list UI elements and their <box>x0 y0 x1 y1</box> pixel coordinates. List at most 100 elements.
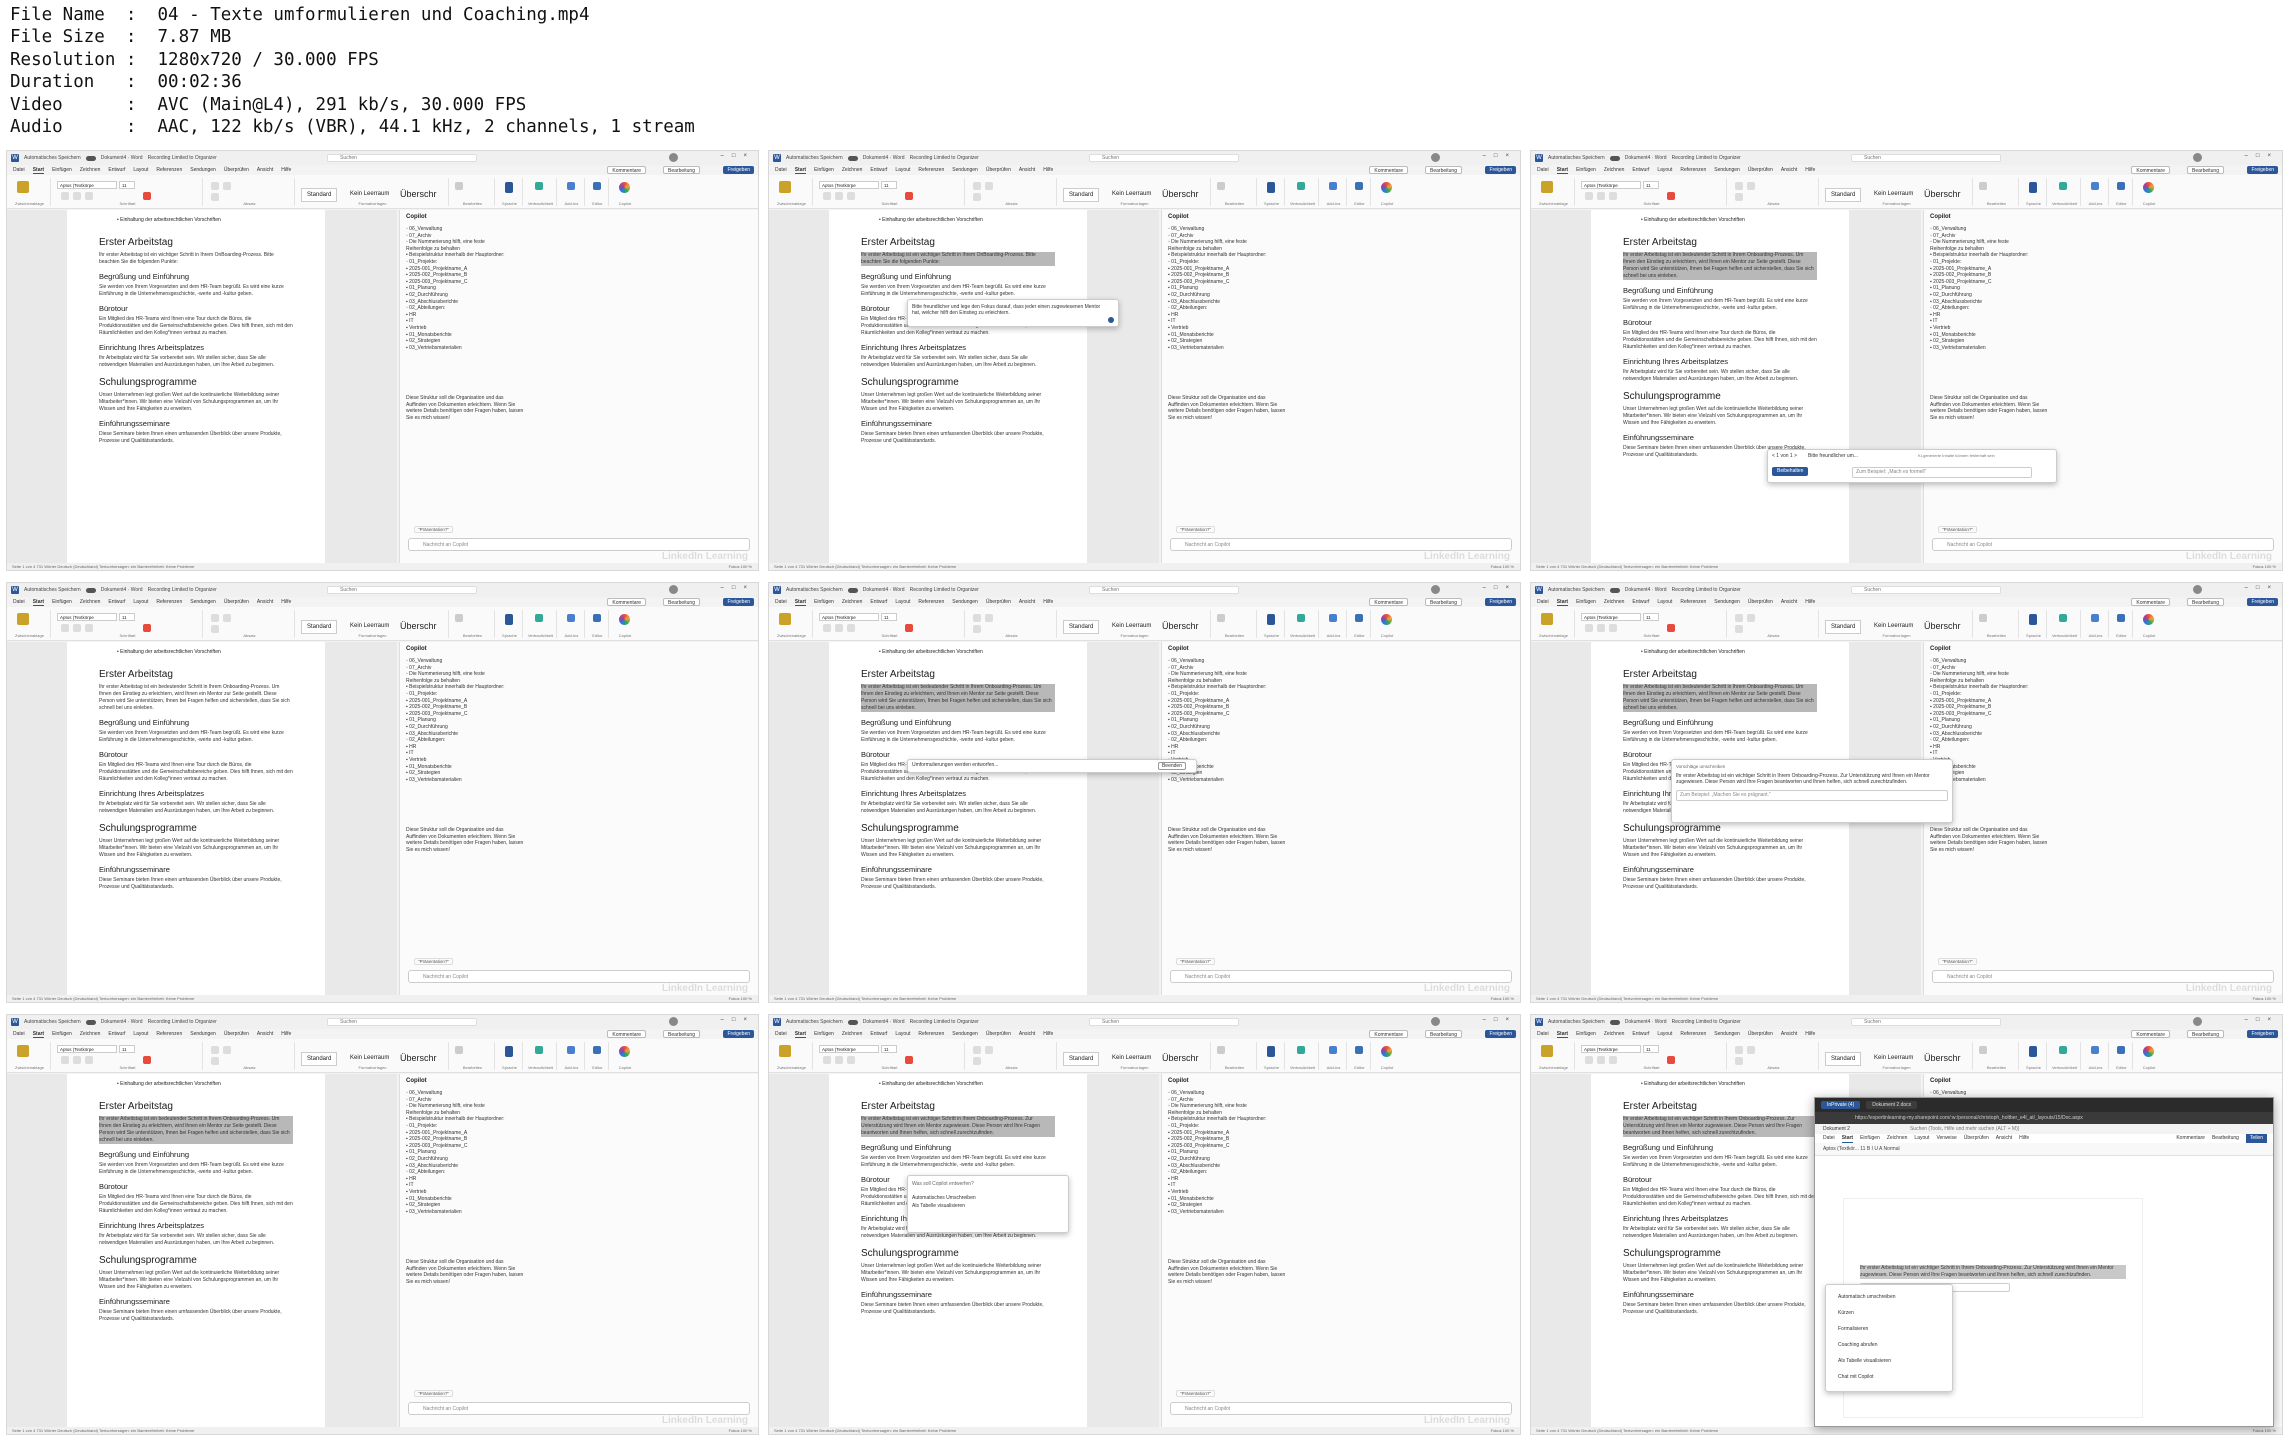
numbering-icon[interactable] <box>1747 1046 1755 1054</box>
style-standard[interactable]: Standard <box>1063 620 1100 634</box>
microphone-icon[interactable] <box>2029 614 2037 625</box>
copilot-input[interactable]: Nachricht an Copilot <box>408 970 750 983</box>
tab-ansicht[interactable]: Ansicht <box>257 1031 273 1037</box>
tab-datei[interactable]: Datei <box>13 1031 25 1037</box>
editing-button[interactable]: Bearbeitung <box>663 166 700 174</box>
align-left-icon[interactable] <box>973 1057 981 1065</box>
search-box[interactable]: Suchen <box>1851 586 2001 594</box>
tab-datei[interactable]: Datei <box>1537 167 1549 173</box>
microphone-icon[interactable] <box>2029 182 2037 193</box>
style-standard[interactable]: Standard <box>301 188 338 202</box>
para-schulungsprogramme[interactable]: Unser Unternehmen legt großen Wert auf d… <box>1623 838 1817 859</box>
tab-ansicht[interactable]: Ansicht <box>1781 1031 1797 1037</box>
tab-zeichnen[interactable]: Zeichnen <box>842 167 863 173</box>
share-button[interactable]: Freigeben <box>2247 1030 2278 1038</box>
web-menu-item-5[interactable]: Chat mit Copilot <box>1830 1369 1948 1385</box>
font-color-icon[interactable] <box>905 192 913 200</box>
paste-icon[interactable] <box>779 613 791 625</box>
tab-datei[interactable]: Datei <box>13 167 25 173</box>
para-erster-arbeitstag[interactable]: Ihr erster Arbeitstag ist ein bedeutende… <box>99 1116 293 1144</box>
tab-start[interactable]: Start <box>1556 167 1569 174</box>
style-no-spacing[interactable]: Kein Leerraum <box>345 620 394 634</box>
document-page[interactable]: • Einhaltung der arbeitsrechtlichen Vors… <box>829 1074 1087 1427</box>
italic-icon[interactable] <box>1597 192 1605 200</box>
tab-datei[interactable]: Datei <box>13 599 25 605</box>
editing-button[interactable]: Bearbeitung <box>2187 166 2224 174</box>
tab-datei[interactable]: Datei <box>775 1031 787 1037</box>
search-box[interactable]: Suchen <box>1089 1018 1239 1026</box>
result-nav[interactable]: < 1 von 1 > <box>1772 453 1797 459</box>
style-heading[interactable]: Überschr <box>1157 620 1204 634</box>
tab-sendungen[interactable]: Sendungen <box>190 599 216 605</box>
bullets-icon[interactable] <box>973 614 981 622</box>
addins-icon[interactable] <box>567 182 575 190</box>
para-einfuehrungsseminare[interactable]: Diese Seminare bieten Ihnen einen umfass… <box>99 431 293 445</box>
addins-icon[interactable] <box>1329 1046 1337 1054</box>
para-erster-arbeitstag[interactable]: Ihr erster Arbeitstag ist ein wichtiger … <box>99 252 293 266</box>
para-einfuehrungsseminare[interactable]: Diese Seminare bieten Ihnen einen umfass… <box>99 1309 293 1323</box>
numbering-icon[interactable] <box>1747 614 1755 622</box>
underline-icon[interactable] <box>1609 624 1617 632</box>
tab-hilfe[interactable]: Hilfe <box>281 599 291 605</box>
tab-hilfe[interactable]: Hilfe <box>281 167 291 173</box>
tab-hilfe[interactable]: Hilfe <box>1805 1031 1815 1037</box>
font-name-select[interactable]: Aptos (Textkörpe <box>819 613 879 621</box>
tab-datei[interactable]: Datei <box>775 599 787 605</box>
copilot-suggestion-chip[interactable]: "Präsentation?" <box>414 1390 453 1397</box>
avatar[interactable] <box>2193 1017 2202 1026</box>
tab-datei[interactable]: Datei <box>1537 1031 1549 1037</box>
window-controls[interactable]: –□× <box>721 1017 755 1023</box>
prompt-text[interactable]: Bitte freundlicher und lege den Fokus da… <box>912 304 1114 316</box>
tab-layout[interactable]: Layout <box>1657 1031 1672 1037</box>
menu-item-auto-rewrite[interactable]: Automatisches Umschreiben <box>912 1194 1064 1202</box>
style-no-spacing[interactable]: Kein Leerraum <box>1107 620 1156 634</box>
autosave-toggle[interactable] <box>1609 587 1620 593</box>
font-name-select[interactable]: Aptos (Textkörpe <box>819 1045 879 1053</box>
editor-icon[interactable] <box>2117 1046 2125 1054</box>
bullets-icon[interactable] <box>1735 182 1743 190</box>
share-button[interactable]: Freigeben <box>723 1030 754 1038</box>
tab-zeichnen[interactable]: Zeichnen <box>1604 599 1625 605</box>
para-schulungsprogramme[interactable]: Unser Unternehmen legt großen Wert auf d… <box>1623 406 1817 427</box>
paste-icon[interactable] <box>779 181 791 193</box>
tab-entwurf[interactable]: Entwurf <box>870 599 887 605</box>
share-button[interactable]: Freigeben <box>1485 166 1516 174</box>
tab-referenzen[interactable]: Referenzen <box>918 599 944 605</box>
copilot-icon[interactable] <box>1381 182 1392 193</box>
bold-icon[interactable] <box>823 192 831 200</box>
autosave-toggle[interactable] <box>85 1019 96 1025</box>
copilot-icon[interactable] <box>1381 614 1392 625</box>
para-einrichtung[interactable]: Ihr Arbeitsplatz wird für Sie vorbereite… <box>99 801 293 815</box>
comments-button[interactable]: Kommentare <box>1369 166 1408 174</box>
share-button[interactable]: Freigeben <box>723 166 754 174</box>
underline-icon[interactable] <box>847 192 855 200</box>
para-begruessung[interactable]: Sie werden von Ihrem Vorgesetzten und de… <box>861 1155 1055 1169</box>
sensitivity-icon[interactable] <box>1297 182 1305 190</box>
bold-icon[interactable] <box>1585 192 1593 200</box>
avatar[interactable] <box>669 585 678 594</box>
style-standard[interactable]: Standard <box>1825 1052 1862 1066</box>
style-standard[interactable]: Standard <box>1063 1052 1100 1066</box>
document-page[interactable]: • Einhaltung der arbeitsrechtlichen Vors… <box>67 1074 325 1427</box>
style-heading[interactable]: Überschr <box>395 188 442 202</box>
copilot-icon[interactable] <box>619 1046 630 1057</box>
tab-start[interactable]: Start <box>794 167 807 174</box>
italic-icon[interactable] <box>73 1056 81 1064</box>
document-page[interactable]: • Einhaltung der arbeitsrechtlichen Vors… <box>829 210 1087 563</box>
web-tab-5[interactable]: Verweise <box>1936 1134 1956 1143</box>
para-begruessung[interactable]: Sie werden von Ihrem Vorgesetzten und de… <box>99 1162 293 1176</box>
tab-referenzen[interactable]: Referenzen <box>1680 599 1706 605</box>
document-page[interactable]: • Einhaltung der arbeitsrechtlichen Vors… <box>1591 1074 1849 1427</box>
bullets-icon[interactable] <box>211 182 219 190</box>
tab-inprivate[interactable]: InPrivate (4) <box>1821 1101 1861 1109</box>
search-box[interactable]: Suchen <box>1089 154 1239 162</box>
copilot-input[interactable]: Nachricht an Copilot <box>408 1402 750 1415</box>
tab-sendungen[interactable]: Sendungen <box>1714 1031 1740 1037</box>
bullets-icon[interactable] <box>211 1046 219 1054</box>
web-tab-1[interactable]: Start <box>1841 1134 1854 1143</box>
tab-ueberpruefen[interactable]: Überprüfen <box>1748 167 1773 173</box>
tab-hilfe[interactable]: Hilfe <box>281 1031 291 1037</box>
autosave-toggle[interactable] <box>847 1019 858 1025</box>
paste-icon[interactable] <box>1541 613 1553 625</box>
font-size-select[interactable]: 11 <box>119 181 135 189</box>
